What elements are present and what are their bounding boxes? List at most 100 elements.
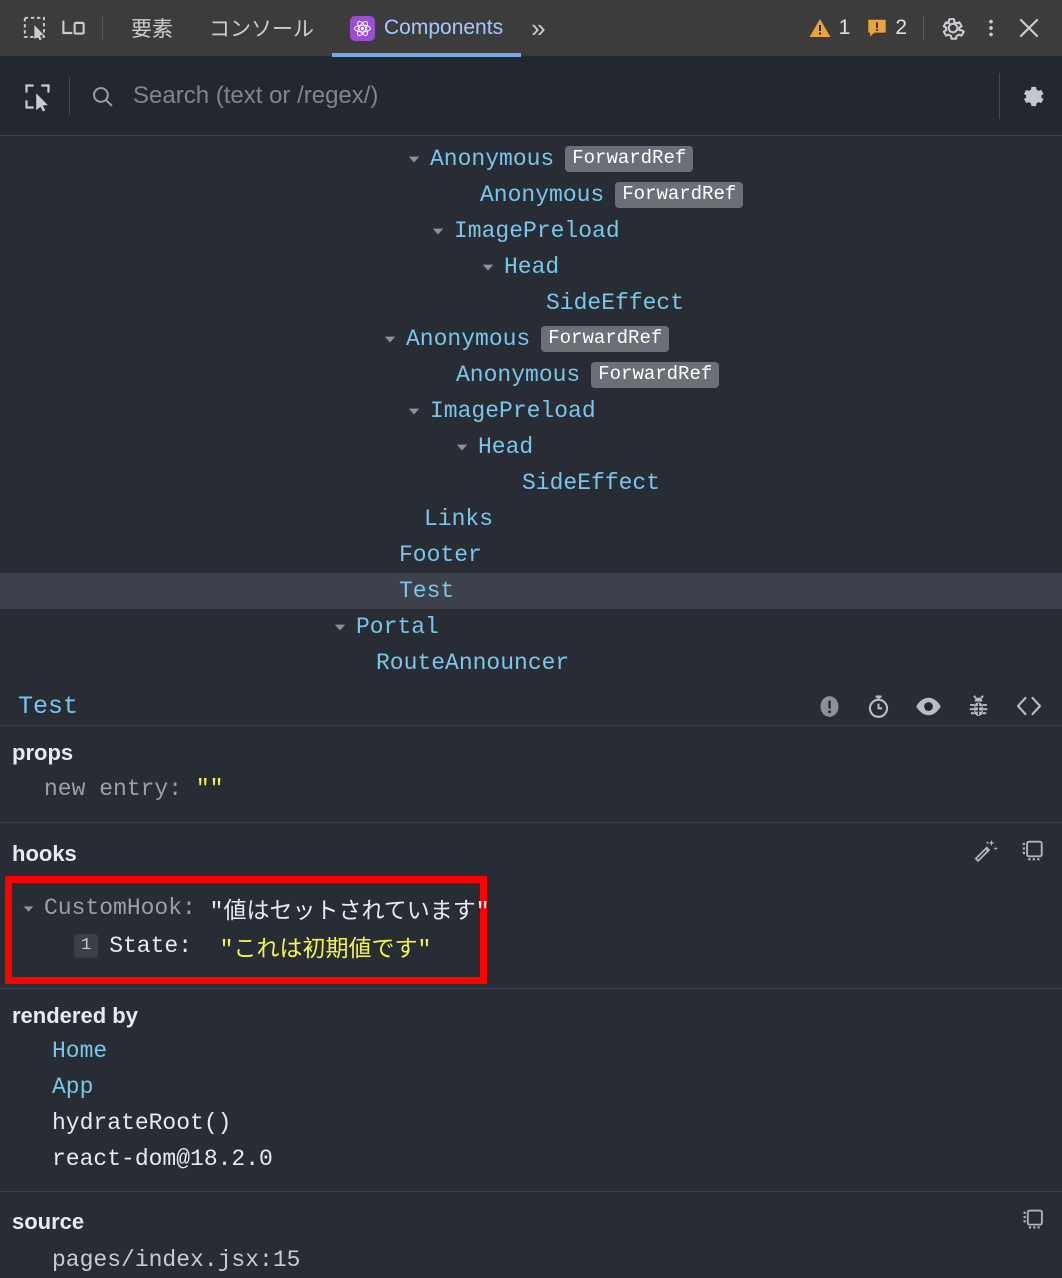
error-warning-icon[interactable] — [816, 693, 843, 720]
tree-row-label: Links — [424, 506, 494, 532]
source-title: source — [12, 1209, 85, 1234]
props-section-body: new entry: "" — [0, 770, 1062, 822]
tree-row[interactable]: Anonymous ForwardRef — [0, 321, 1062, 357]
inspect-eye-icon[interactable] — [914, 692, 943, 721]
chevron-down-icon[interactable] — [452, 440, 472, 454]
warning-counter[interactable]: 1 — [808, 16, 851, 40]
issue-counter[interactable]: 2 — [866, 16, 907, 40]
tree-row-selected[interactable]: Test — [0, 573, 1062, 609]
tree-row-badge: ForwardRef — [591, 361, 720, 389]
tree-row[interactable]: Links — [0, 501, 1062, 537]
copy-to-clipboard-icon[interactable] — [1019, 837, 1046, 870]
tab-elements-label: 要素 — [131, 18, 173, 41]
copy-to-clipboard-icon[interactable] — [1020, 1206, 1046, 1238]
chevron-down-icon[interactable] — [428, 224, 448, 238]
toolbar-divider-2 — [923, 15, 924, 41]
components-search-bar — [0, 57, 1062, 136]
debug-bug-icon[interactable] — [965, 693, 992, 720]
chevron-down-icon[interactable] — [404, 404, 424, 418]
hook-state-label: State — [109, 933, 179, 959]
warning-triangle-icon — [809, 19, 831, 37]
source-section: source pages/index.jsx:15 — [0, 1192, 1062, 1278]
tree-row-label: Anonymous — [480, 182, 605, 208]
tree-row[interactable]: Anonymous ForwardRef — [0, 177, 1062, 213]
prop-entry[interactable]: new entry: "" — [0, 770, 1062, 808]
selected-component-header: Test — [0, 687, 1062, 726]
custom-hook-row[interactable]: CustomHook: "値はセットされています" — [18, 889, 490, 927]
tree-row[interactable]: Head — [0, 249, 1062, 285]
gear-icon[interactable] — [1018, 82, 1046, 110]
rendered-by-title-row: rendered by — [0, 989, 1062, 1033]
tab-components[interactable]: Components — [332, 0, 522, 57]
tab-components-label: Components — [384, 16, 504, 39]
rendered-by-title: rendered by — [12, 1003, 138, 1028]
hooks-highlight-box: CustomHook: "値はセットされています" 1 State: "これは初… — [5, 876, 490, 984]
tree-row-label: ImagePreload — [430, 398, 596, 424]
devtools-window: 要素 コンソール Components » 1 2 Search (text o… — [0, 0, 1062, 1278]
component-tree[interactable]: Anonymous ForwardRef Anonymous ForwardRe… — [0, 136, 1062, 687]
tree-row-label: Head — [478, 434, 534, 460]
tree-row-badge: ForwardRef — [541, 325, 670, 353]
view-source-code-icon[interactable] — [1014, 691, 1044, 721]
tree-row-badge: ForwardRef — [615, 181, 744, 209]
select-element-icon[interactable] — [22, 81, 53, 112]
tree-row[interactable]: SideEffect — [0, 285, 1062, 321]
chevron-down-icon[interactable] — [18, 902, 38, 915]
tree-row-label: SideEffect — [522, 470, 661, 496]
source-path[interactable]: pages/index.jsx:15 — [0, 1242, 1062, 1278]
custom-hook-value[interactable]: "値はセットされています" — [210, 891, 490, 925]
tree-row-label: Anonymous — [456, 362, 581, 388]
selected-component-name: Test — [18, 691, 79, 721]
props-section: props new entry: "" — [0, 726, 1062, 823]
rendered-by-item: hydrateRoot() — [52, 1110, 232, 1136]
search-icon — [90, 84, 115, 109]
hooks-section-title-row: hooks — [0, 823, 1062, 874]
prop-key: new entry — [44, 776, 169, 802]
tree-row[interactable]: Portal — [0, 609, 1062, 645]
hooks-section-title: hooks — [12, 840, 77, 866]
tree-row[interactable]: Head — [0, 429, 1062, 465]
chevron-down-icon[interactable] — [330, 620, 350, 634]
suspense-timer-icon[interactable] — [865, 693, 892, 720]
rendered-by-item[interactable]: App — [0, 1069, 1062, 1105]
more-tabs-icon[interactable]: » — [521, 13, 552, 44]
tree-row[interactable]: ImagePreload — [0, 393, 1062, 429]
devtools-toolbar: 要素 コンソール Components » 1 2 — [0, 0, 1062, 57]
hook-index-badge: 1 — [74, 933, 99, 959]
hook-state-row[interactable]: 1 State: "これは初期値です" — [18, 927, 480, 965]
react-logo-icon — [350, 15, 375, 41]
tree-row[interactable]: Anonymous ForwardRef — [0, 357, 1062, 393]
tab-console[interactable]: コンソール — [191, 0, 332, 57]
magic-wand-icon[interactable] — [972, 837, 999, 870]
rendered-by-item[interactable]: Home — [0, 1033, 1062, 1069]
custom-hook-name: CustomHook — [44, 895, 183, 921]
tree-row-label: Head — [504, 254, 560, 280]
rendered-by-section: rendered by Home App hydrateRoot() react… — [0, 989, 1062, 1192]
more-options-icon[interactable] — [972, 10, 1010, 46]
toolbar-divider — [102, 15, 103, 41]
hook-state-value[interactable]: "これは初期値です" — [220, 929, 432, 963]
tree-row-label: Anonymous — [406, 326, 531, 352]
prop-value[interactable]: "" — [196, 776, 224, 802]
close-icon[interactable] — [1010, 10, 1048, 46]
tree-row[interactable]: SideEffect — [0, 465, 1062, 501]
warning-count: 1 — [838, 16, 851, 39]
chevron-down-icon[interactable] — [478, 260, 498, 274]
issue-message-icon — [868, 19, 887, 37]
tree-row[interactable]: Footer — [0, 537, 1062, 573]
search-input[interactable] — [133, 82, 989, 110]
chevron-down-icon[interactable] — [380, 332, 400, 346]
tree-row[interactable]: Anonymous ForwardRef — [0, 141, 1062, 177]
tree-row-label: SideEffect — [546, 290, 685, 316]
tab-console-label: コンソール — [209, 18, 314, 41]
tree-row[interactable]: RouteAnnouncer — [0, 645, 1062, 681]
chevron-down-icon[interactable] — [404, 152, 424, 166]
tree-row-badge: ForwardRef — [565, 145, 694, 173]
device-toolbar-icon[interactable] — [54, 10, 92, 46]
tree-row[interactable]: ImagePreload — [0, 213, 1062, 249]
inspect-element-icon[interactable] — [16, 10, 54, 46]
tree-row-label: ImagePreload — [454, 218, 620, 244]
gear-icon[interactable] — [934, 10, 972, 46]
tree-row-label: Portal — [356, 614, 439, 640]
tab-elements[interactable]: 要素 — [113, 0, 191, 57]
